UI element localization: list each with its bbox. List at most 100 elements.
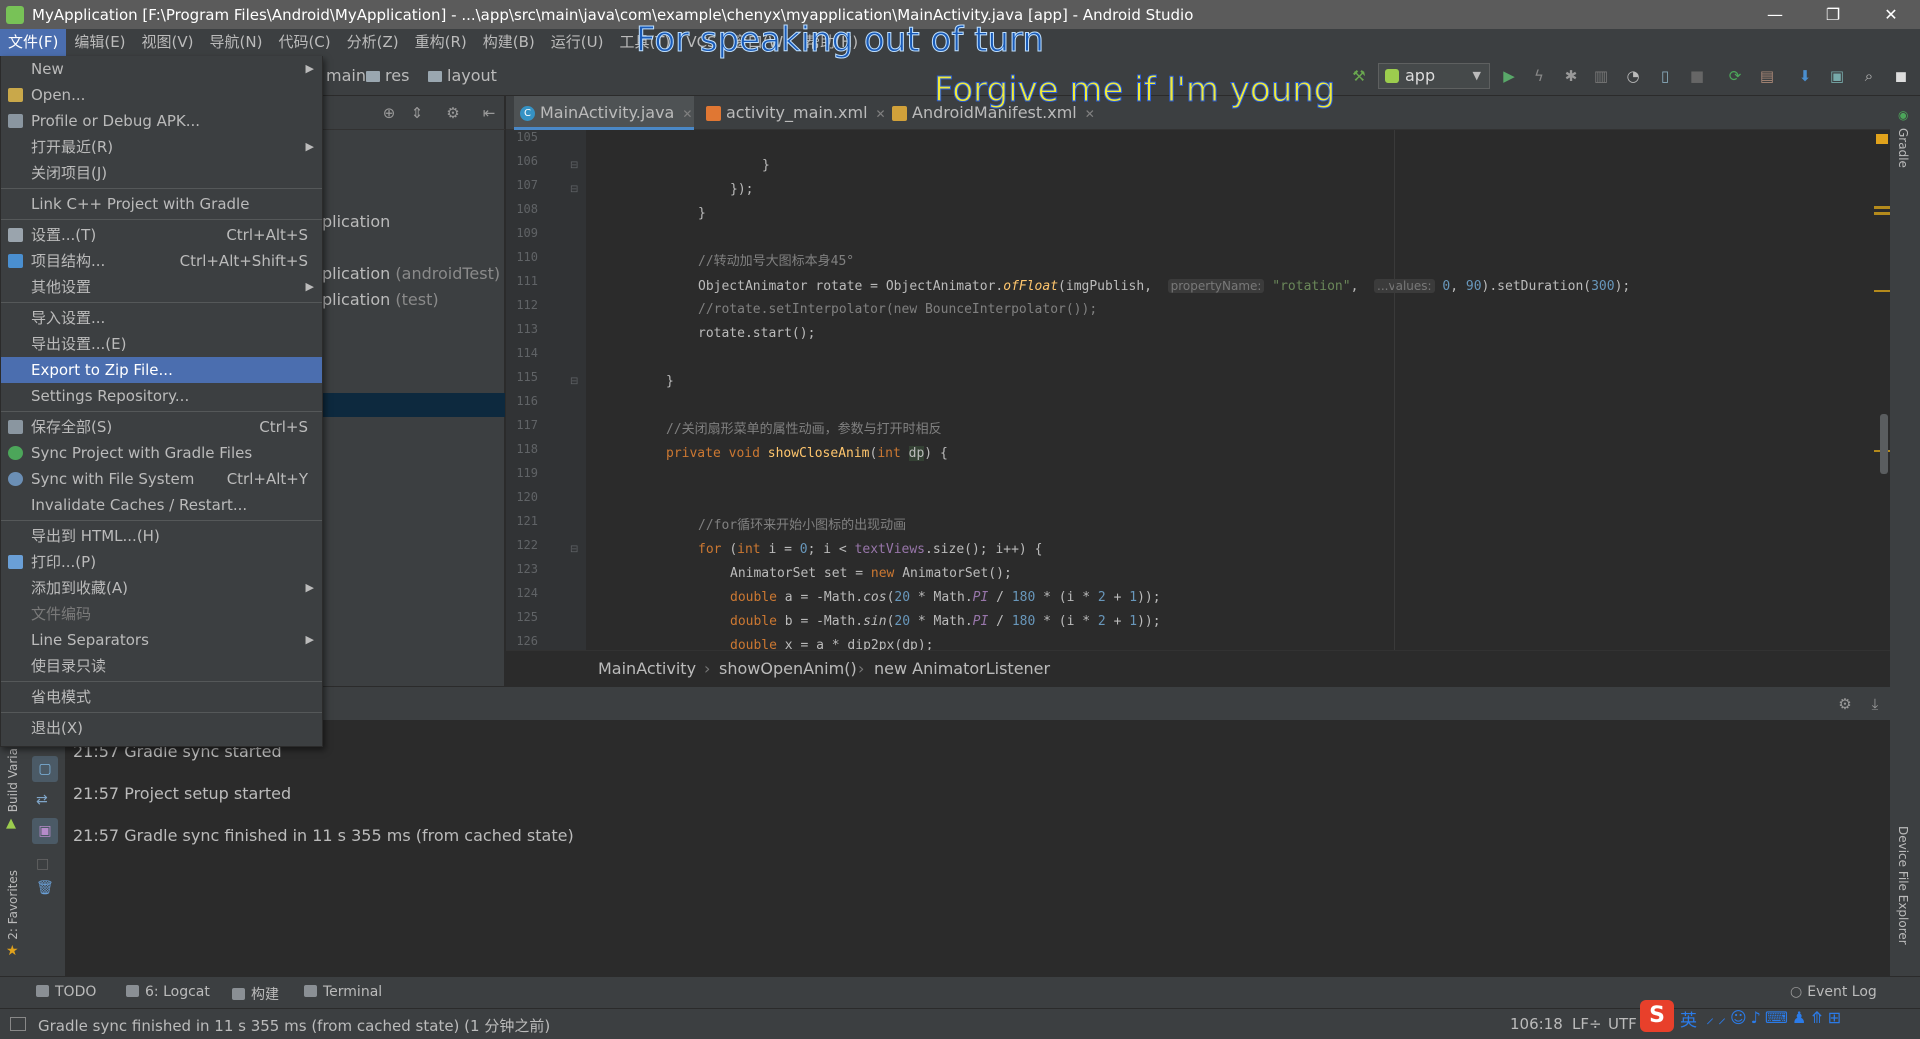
tree-item-app[interactable]: plication: [322, 212, 390, 231]
menu-item-import-settings[interactable]: 导入设置...: [1, 305, 322, 331]
warning-marker[interactable]: [1874, 206, 1890, 209]
trash-icon[interactable]: 🗑: [36, 880, 54, 896]
ime-language[interactable]: 英: [1680, 1006, 1697, 1031]
editor-scrollbar[interactable]: [1880, 414, 1888, 474]
project-structure-icon[interactable]: ▣: [1828, 67, 1846, 85]
fold-icon[interactable]: ⊟: [570, 376, 578, 387]
menu-item-settings-repository[interactable]: Settings Repository...: [1, 383, 322, 409]
avd-manager-icon[interactable]: ▤: [1758, 67, 1776, 85]
menu-item-sync-fs[interactable]: Sync with File System Ctrl+Alt+Y: [1, 466, 322, 492]
menu-item-profile-apk[interactable]: Profile or Debug APK...: [1, 108, 322, 134]
tree-item-android-test[interactable]: plication (androidTest): [322, 264, 500, 283]
collapse-all-icon[interactable]: ⇕: [408, 104, 426, 122]
menu-edit[interactable]: 编辑(E): [66, 29, 133, 56]
menu-item-export-zip[interactable]: Export to Zip File...: [1, 357, 322, 383]
run-config-select[interactable]: app ▼: [1378, 63, 1490, 89]
build-variants-button[interactable]: Build Varia: [6, 748, 20, 812]
close-tab-icon[interactable]: ✕: [682, 107, 692, 121]
apply-changes-icon[interactable]: ϟ: [1530, 67, 1548, 85]
breadcrumb-class[interactable]: MainActivity: [598, 659, 696, 678]
toggle-view-icon[interactable]: ⇄: [36, 792, 48, 808]
menu-item-save-all[interactable]: 保存全部(S) Ctrl+S: [1, 414, 322, 440]
run-icon[interactable]: ▶: [1500, 67, 1518, 85]
breadcrumb-main[interactable]: main: [326, 66, 366, 85]
restore-button[interactable]: ❐: [1804, 5, 1862, 24]
fold-icon[interactable]: ⊟: [570, 544, 578, 555]
menu-analyze[interactable]: 分析(Z): [339, 29, 407, 56]
device-file-explorer-button[interactable]: Device File Explorer: [1896, 826, 1910, 945]
menu-item-print[interactable]: 打印...(P): [1, 549, 322, 575]
locate-icon[interactable]: ⊕: [380, 104, 398, 122]
menu-item-new[interactable]: New ▶: [1, 56, 322, 82]
menu-run[interactable]: 运行(U): [543, 29, 612, 56]
menu-build[interactable]: 构建(B): [475, 29, 543, 56]
tool-terminal[interactable]: Terminal: [304, 984, 382, 1000]
menu-item-sync-gradle[interactable]: Sync Project with Gradle Files: [1, 440, 322, 466]
profile-icon[interactable]: ◔: [1624, 67, 1642, 85]
menu-file[interactable]: 文件(F): [0, 29, 67, 56]
stop-icon[interactable]: ■: [1688, 67, 1706, 85]
menu-item-project-structure[interactable]: 项目结构... Ctrl+Alt+Shift+S: [1, 248, 322, 274]
caret-position[interactable]: 106:18: [1510, 1015, 1563, 1033]
hide-panel-icon[interactable]: ⇤: [480, 104, 498, 122]
menu-item-invalidate-caches[interactable]: Invalidate Caches / Restart...: [1, 492, 322, 518]
menu-refactor[interactable]: 重构(R): [407, 29, 475, 56]
menu-item-exit[interactable]: 退出(X): [1, 715, 322, 741]
code-area[interactable]: } }); } //转动加号大图标本身45° ObjectAnimator ro…: [586, 130, 1866, 653]
event-log-button[interactable]: ○ Event Log: [1790, 984, 1877, 1000]
line-separator[interactable]: LF÷: [1572, 1015, 1602, 1033]
menu-item-make-readonly[interactable]: 使目录只读: [1, 653, 322, 679]
fold-icon[interactable]: ⊟: [570, 160, 578, 171]
close-button[interactable]: ✕: [1862, 5, 1920, 24]
favorites-button[interactable]: 2: Favorites: [6, 870, 20, 940]
menu-item-recent[interactable]: 打开最近(R) ▶: [1, 134, 322, 160]
menu-item-close-project[interactable]: 关闭项目(J): [1, 160, 322, 186]
tree-selected-row[interactable]: [322, 393, 505, 417]
menu-item-power-save[interactable]: 省电模式: [1, 684, 322, 710]
file-encoding[interactable]: UTF: [1608, 1015, 1637, 1033]
menu-item-line-separators[interactable]: Line Separators ▶: [1, 627, 322, 653]
panel-toggle-icon[interactable]: [10, 1017, 26, 1031]
menu-item-link-cpp[interactable]: Link C++ Project with Gradle: [1, 191, 322, 217]
menu-code[interactable]: 代码(C): [270, 29, 338, 56]
hide-panel-icon[interactable]: ⤓: [1866, 695, 1884, 713]
warning-marker[interactable]: [1874, 212, 1890, 215]
fold-icon[interactable]: ⊟: [570, 184, 578, 195]
attach-icon[interactable]: ▯: [1656, 67, 1674, 85]
make-project-hammer-icon[interactable]: ⚒: [1350, 67, 1368, 85]
warning-marker[interactable]: [1874, 290, 1890, 292]
tool-logcat[interactable]: 6: Logcat: [126, 984, 210, 1000]
tool-todo[interactable]: TODO: [36, 984, 96, 1000]
menu-view[interactable]: 视图(V): [134, 29, 202, 56]
menu-item-export-settings[interactable]: 导出设置...(E): [1, 331, 322, 357]
inspection-status-icon[interactable]: [1876, 134, 1888, 144]
chat-icon[interactable]: ▢: [32, 756, 58, 782]
account-icon[interactable]: ◼: [1892, 67, 1910, 85]
sogou-ime-icon[interactable]: S: [1640, 1000, 1674, 1032]
search-icon[interactable]: ⌕: [1860, 67, 1878, 85]
ime-tool-icons[interactable]: ⸝⸝☺♪⌨♟⤊⊞: [1706, 1006, 1845, 1028]
tab-activity-main[interactable]: activity_main.xml ✕: [700, 96, 886, 130]
breadcrumb-listener[interactable]: new AnimatorListener: [874, 659, 1050, 678]
menu-item-other-settings[interactable]: 其他设置 ▶: [1, 274, 322, 300]
filter-icon[interactable]: ▣: [32, 818, 58, 844]
sdk-manager-icon[interactable]: ⬇: [1796, 67, 1814, 85]
tab-mainactivity[interactable]: C MainActivity.java ✕: [514, 96, 694, 130]
attach-debugger-icon[interactable]: ▥: [1592, 67, 1610, 85]
breadcrumb-layout[interactable]: layout: [428, 66, 497, 85]
tool-build[interactable]: 构建: [232, 984, 279, 1004]
gradle-tool-button[interactable]: Gradle: [1896, 128, 1910, 168]
tree-item-test[interactable]: plication (test): [322, 290, 439, 309]
menu-item-settings[interactable]: 设置...(T) Ctrl+Alt+S: [1, 222, 322, 248]
gear-icon[interactable]: ⚙: [444, 104, 462, 122]
menu-item-open[interactable]: Open...: [1, 82, 322, 108]
sync-gradle-icon[interactable]: ⟳: [1726, 67, 1744, 85]
close-tab-icon[interactable]: ✕: [876, 107, 886, 121]
debug-icon[interactable]: ✱: [1562, 67, 1580, 85]
menu-item-export-html[interactable]: 导出到 HTML...(H): [1, 523, 322, 549]
pin-icon[interactable]: □: [36, 856, 49, 872]
breadcrumb-method[interactable]: showOpenAnim(): [719, 659, 857, 678]
menu-navigate[interactable]: 导航(N): [202, 29, 271, 56]
minimize-button[interactable]: —: [1746, 5, 1804, 24]
breadcrumb-res[interactable]: res: [366, 66, 409, 85]
